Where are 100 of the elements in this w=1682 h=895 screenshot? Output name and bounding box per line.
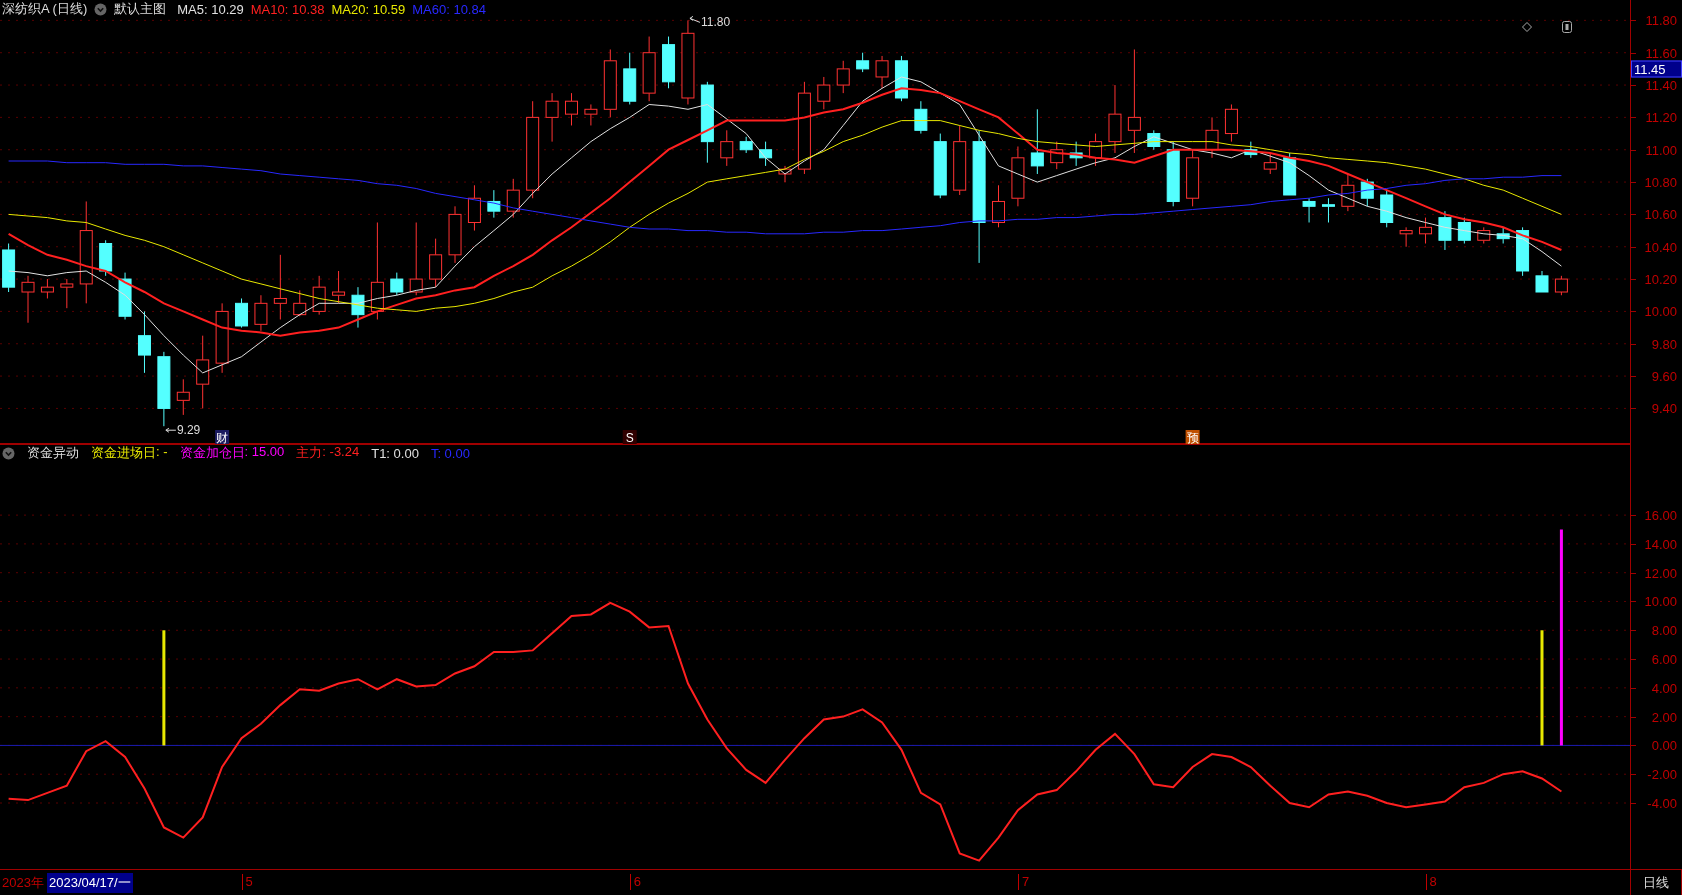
axis-tick-label: 10.60 [1644,206,1677,222]
candlestick [1069,141,1083,167]
price-extreme-label: 9.29 [176,423,201,438]
panel-toggle-icon[interactable] [1562,21,1572,33]
candlestick [778,165,792,183]
candlestick [1205,116,1219,159]
axis-tick-label: 10.00 [1644,593,1677,609]
dropdown-icon[interactable] [2,446,15,460]
legend-value: T: 0.00 [430,445,470,461]
candlestick [933,133,947,199]
candlestick [992,184,1005,228]
candlestick [739,136,753,154]
candlestick [603,49,617,118]
legend-value: : - [156,444,168,461]
event-marker[interactable]: 财 [215,430,230,445]
candlestick [565,92,578,126]
event-marker[interactable]: 预 [1185,430,1200,445]
candlestick [1496,226,1510,244]
axis-tick-label: 8.00 [1651,622,1677,638]
candlestick [1089,133,1103,167]
axis-tick-label: 4.00 [1651,680,1677,696]
leader-line [165,427,177,433]
legend-value: : 15.00 [244,444,285,461]
chart-template-label[interactable]: 默认主图 [114,0,167,18]
month-label: 7 [1017,874,1030,890]
candlestick [1186,149,1200,207]
candlestick [623,52,637,105]
legend-value: : 10.38 [284,1,325,17]
candlestick [1516,226,1530,277]
candlestick [1457,217,1471,244]
diamond-icon[interactable] [1522,22,1532,32]
axis-tick-label: 10.40 [1644,239,1677,255]
candlestick [856,52,870,73]
legend-value: : -3.24 [322,444,360,461]
axis-tick-label: 9.60 [1651,368,1677,384]
candlestick [1224,103,1238,143]
axis-tick-label: 9.80 [1651,336,1677,352]
candlestick [506,178,520,219]
candlestick [1108,84,1122,154]
axis-tick-label: 11.40 [1645,77,1677,93]
candlestick [293,289,307,317]
candlestick [953,124,967,196]
candlestick [60,278,74,309]
stock-title: 深纺织A (日线) [2,0,88,18]
axis-tick-label: 2.00 [1651,709,1677,725]
candlestick [1341,173,1355,212]
legend-name: MA10 [250,1,285,17]
candlestick [1244,141,1258,159]
legend-value: : 10.84 [446,1,486,17]
axis-tick-label: 10.20 [1644,271,1677,287]
axis-tick-label: 10.80 [1644,174,1677,190]
current-price-marker: 11.45 [1631,60,1682,78]
month-label: 8 [1425,874,1437,890]
candlestick [487,189,501,219]
candlestick [545,92,559,143]
legend-name: 资金进场日 [91,444,156,462]
legend-value: : 10.29 [203,1,244,17]
candlestick [448,205,462,264]
candlestick [584,103,598,126]
event-marker[interactable]: S [622,430,637,445]
candlestick [1419,217,1433,244]
axis-tick-label: 11.60 [1645,45,1677,61]
candlestick [1535,270,1549,293]
candlestick [662,36,676,89]
candlestick [1011,146,1025,207]
axis-tick-label: 11.20 [1645,109,1677,125]
legend-name: 资金加仓日 [179,444,245,462]
dropdown-icon[interactable] [94,2,108,16]
candlestick [390,272,404,296]
month-label: 6 [629,874,641,890]
candlestick [875,55,889,89]
candlestick [1302,197,1316,223]
candlestick [1360,178,1374,207]
candlestick [332,270,346,304]
candlestick [817,76,831,110]
legend-value: : 10.59 [365,1,406,17]
axis-tick-label: -4.00 [1647,795,1677,811]
candlestick [273,254,287,320]
candlestick [1554,275,1568,296]
candlestick [118,272,132,320]
candlestick [1050,141,1064,170]
axis-tick-label: 16.00 [1644,507,1677,523]
candlestick [836,60,850,94]
candlestick [21,275,35,324]
period-label[interactable]: 日线 [1643,873,1669,892]
candlestick [914,100,928,135]
leader-line [689,15,701,23]
axis-tick-label: 6.00 [1651,651,1677,667]
candlestick [759,141,773,167]
candlestick [1030,108,1044,175]
candlestick [351,286,365,329]
axis-tick-label: 11.00 [1645,142,1677,158]
legend-name: MA5 [177,1,204,17]
candlestick [1380,189,1394,228]
candlestick [99,239,113,277]
candlestick [312,275,326,316]
indicator-title: 资金异动 [27,444,79,462]
price-extreme-label: 11.80 [700,15,731,30]
axis-tick-label: 12.00 [1644,565,1677,581]
candlestick [1147,129,1161,151]
